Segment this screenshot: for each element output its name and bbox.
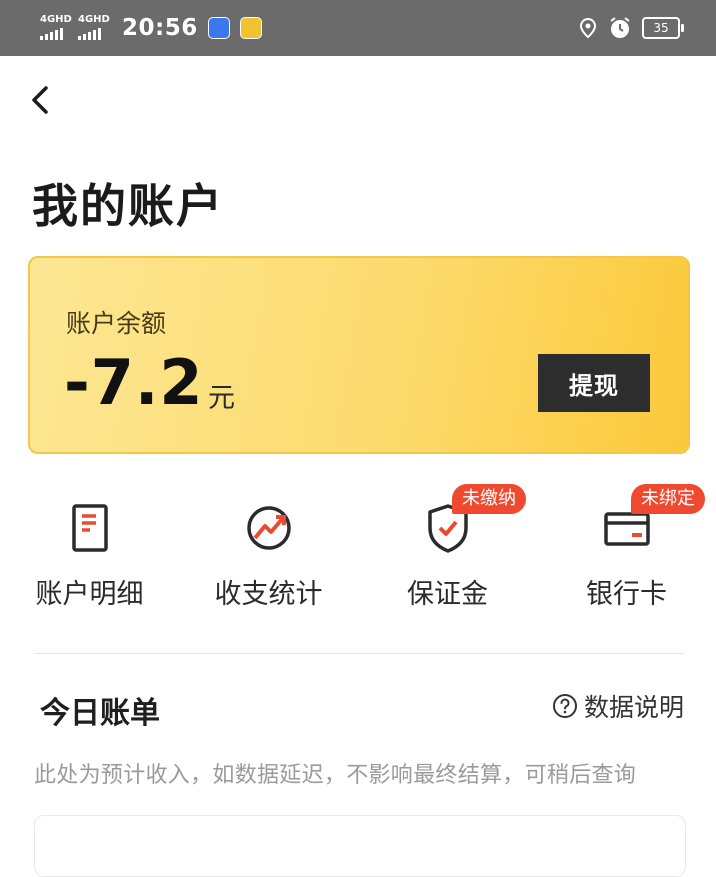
chevron-left-icon: [32, 86, 48, 114]
network-type-1: 4GHD: [40, 14, 72, 25]
notice-text: 此处为预计收入，如数据延迟，不影响最终结算，可稍后查询: [34, 763, 637, 788]
network-type-2: 4GHD: [78, 14, 110, 25]
trend-chart-icon: [246, 506, 291, 550]
feature-deposit[interactable]: 未缴纳 保证金: [358, 484, 537, 618]
feature-income-stats[interactable]: 收支统计: [179, 488, 358, 618]
bill-card: [34, 815, 686, 877]
status-bar: 4GHD 4GHD 20:56 35: [0, 0, 716, 56]
section-title: 今日账单: [40, 696, 160, 731]
location-icon: [579, 17, 597, 39]
status-badge: 未绑定: [631, 484, 705, 514]
status-time: 20:56: [122, 15, 198, 41]
document-icon: [71, 504, 108, 552]
feature-label: 收支统计: [214, 579, 323, 610]
signal-icon-2: 4GHD: [78, 14, 112, 42]
withdraw-button[interactable]: 提现: [538, 354, 650, 412]
feature-label: 保证金: [407, 579, 488, 610]
battery-icon: 35: [642, 17, 684, 39]
alarm-icon: [610, 17, 630, 38]
balance-unit: 元: [208, 383, 235, 414]
app-notification-icon-2: [239, 17, 262, 39]
app-notification-icon: [207, 17, 230, 39]
feature-bank-card[interactable]: 未绑定 银行卡: [537, 484, 716, 618]
feature-label: 账户明细: [35, 579, 144, 610]
feature-label: 银行卡: [586, 579, 667, 610]
balance-amount: -7.2: [64, 346, 204, 419]
feature-account-detail[interactable]: 账户明细: [0, 488, 179, 618]
status-left: 4GHD 4GHD 20:56: [40, 12, 262, 44]
signal-icon-1: 4GHD: [40, 14, 74, 42]
battery-level: 35: [653, 21, 669, 35]
data-explain-label: 数据说明: [583, 693, 684, 722]
back-button[interactable]: [22, 80, 62, 120]
data-explain-link[interactable]: 数据说明: [552, 688, 684, 724]
page-title: 我的账户: [32, 179, 224, 233]
divider: [34, 653, 684, 654]
status-right: 35: [578, 14, 684, 42]
balance-card: 账户余额 -7.2 元 提现: [28, 256, 690, 454]
status-badge: 未缴纳: [452, 484, 526, 514]
question-circle-icon: [552, 694, 577, 718]
balance-label: 账户余额: [66, 309, 167, 338]
